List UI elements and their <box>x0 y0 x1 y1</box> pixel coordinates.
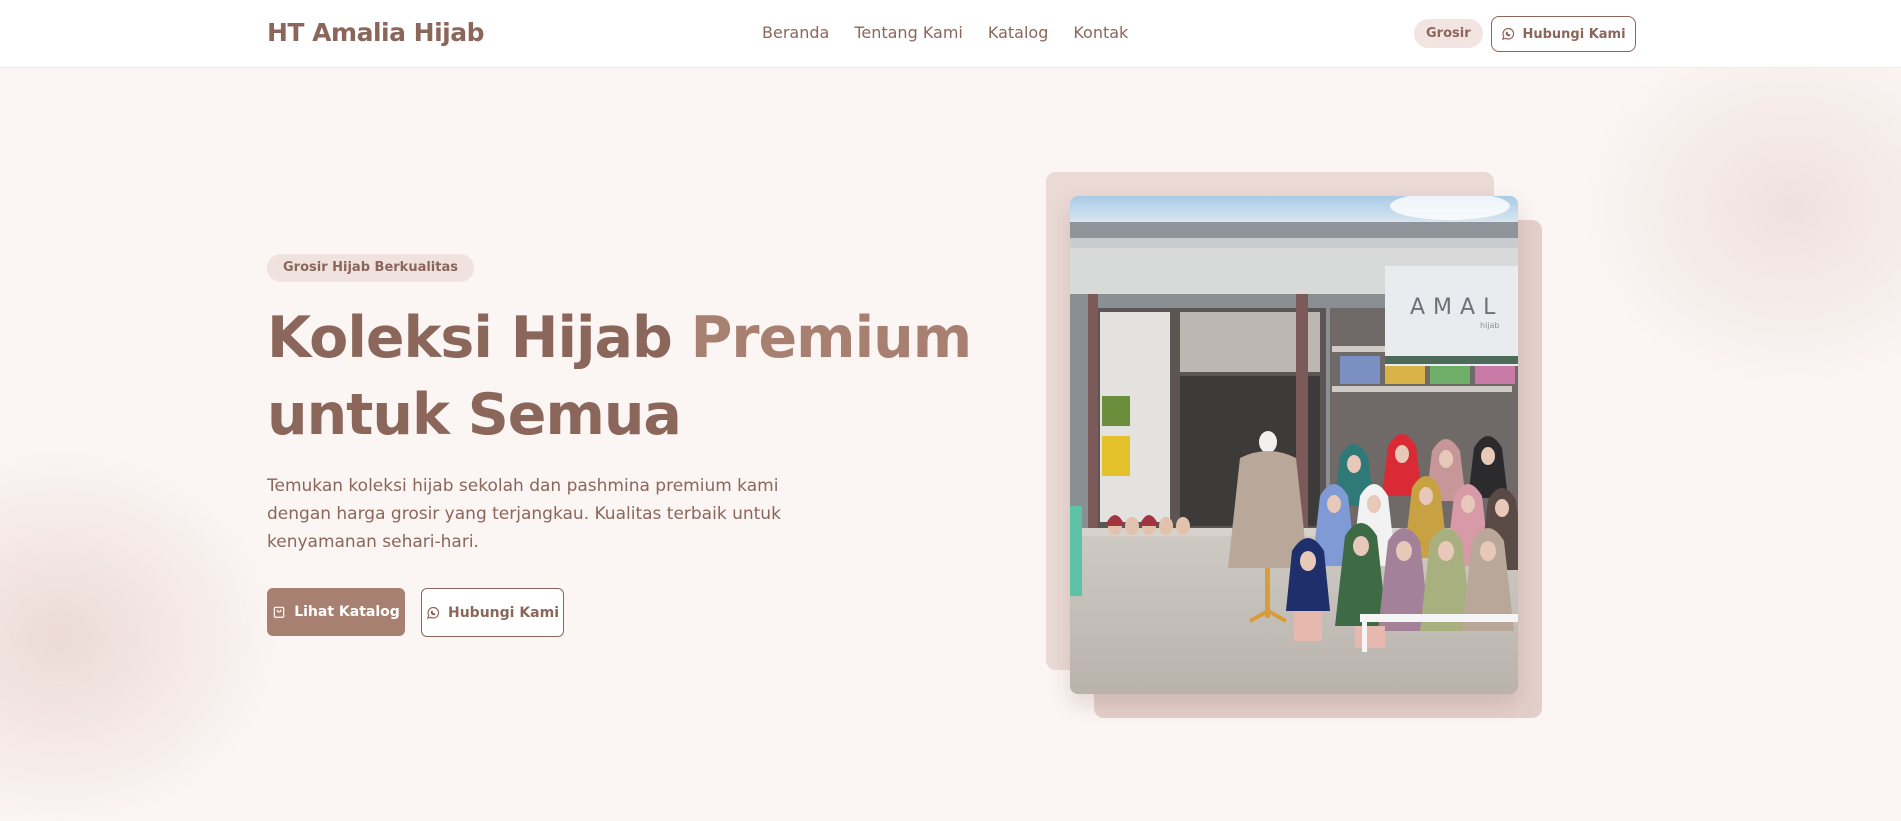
shopping-bag-icon <box>272 605 286 619</box>
hero-section: Grosir Hijab Berkualitas Koleksi Hijab P… <box>0 68 1901 821</box>
nav-link-beranda[interactable]: Beranda <box>762 23 829 42</box>
headline-text: Koleksi Hijab <box>267 305 691 371</box>
navbar: HT Amalia Hijab Beranda Tentang Kami Kat… <box>0 0 1901 68</box>
hero-description: Temukan koleksi hijab sekolah dan pashmi… <box>267 476 781 552</box>
sign-subtext: hijab <box>1480 321 1500 330</box>
whatsapp-icon <box>426 606 440 620</box>
brand-logo[interactable]: HT Amalia Hijab <box>267 18 485 47</box>
view-catalog-label: Lihat Katalog <box>294 604 400 620</box>
headline-text: untuk Semua <box>267 382 682 448</box>
nav-links: Beranda Tentang Kami Katalog Kontak <box>762 23 1128 42</box>
hero-headline: Koleksi Hijab Premium untuk Semua <box>267 300 987 454</box>
hero-contact-button[interactable]: Hubungi Kami <box>421 588 564 637</box>
sign-text: AMAL <box>1410 295 1503 320</box>
header-contact-label: Hubungi Kami <box>1522 26 1626 42</box>
nav-link-katalog[interactable]: Katalog <box>988 23 1048 42</box>
background-glow <box>0 448 280 821</box>
header-contact-button[interactable]: Hubungi Kami <box>1491 16 1636 52</box>
store-photo: AMAL hijab <box>1070 196 1518 694</box>
whatsapp-icon <box>1501 27 1515 41</box>
background-glow <box>1580 68 1901 388</box>
hero-contact-label: Hubungi Kami <box>447 604 559 621</box>
nav-link-kontak[interactable]: Kontak <box>1073 23 1128 42</box>
view-catalog-button[interactable]: Lihat Katalog <box>267 588 405 636</box>
hero-tag-badge: Grosir Hijab Berkualitas <box>267 254 474 282</box>
headline-accent: Premium <box>690 305 972 371</box>
nav-link-tentang-kami[interactable]: Tentang Kami <box>854 23 963 42</box>
grosir-badge[interactable]: Grosir <box>1414 19 1483 48</box>
